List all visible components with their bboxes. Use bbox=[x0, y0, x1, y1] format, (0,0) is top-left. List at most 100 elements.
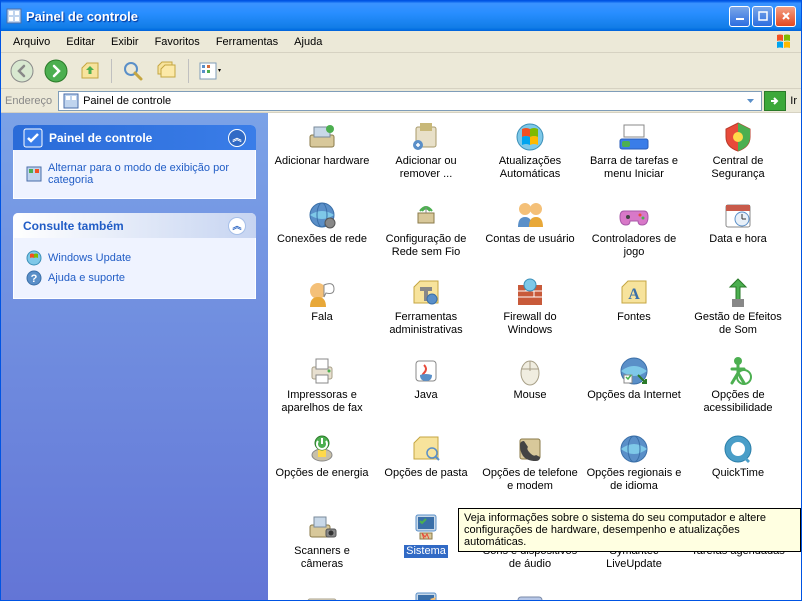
sidebar: Painel de controle ︽ Alternar para o mod… bbox=[1, 113, 268, 600]
sidebar-panel-control: Painel de controle ︽ Alternar para o mod… bbox=[13, 125, 256, 199]
cp-item-label: Impressoras e aparelhos de fax bbox=[274, 389, 370, 415]
cp-item-autoupdate[interactable]: Atualizações Automáticas bbox=[480, 119, 580, 193]
maximize-button[interactable] bbox=[752, 6, 773, 27]
cp-item-scanner[interactable]: Scanners e câmeras bbox=[272, 509, 372, 583]
panel-title: Painel de controle bbox=[49, 131, 152, 145]
address-field[interactable]: Painel de controle bbox=[58, 91, 762, 111]
cp-item-inetopt[interactable]: Opções da Internet bbox=[584, 353, 684, 427]
menu-ajuda[interactable]: Ajuda bbox=[286, 34, 330, 50]
cp-item-label: Opções de acessibilidade bbox=[690, 389, 786, 415]
cp-item-label: Opções de energia bbox=[276, 467, 369, 480]
cp-item-label: Controladores de jogo bbox=[586, 233, 682, 259]
chevron-up-icon: ︽ bbox=[228, 217, 246, 235]
cp-item-users[interactable]: Contas de usuário bbox=[480, 197, 580, 271]
cp-item-keyboard[interactable]: Teclado bbox=[272, 587, 372, 600]
cp-item-label: Adicionar hardware bbox=[275, 155, 370, 168]
cp-item-speech[interactable]: Fala bbox=[272, 275, 372, 349]
keyboard-icon bbox=[306, 589, 338, 600]
views-button[interactable] bbox=[195, 56, 225, 86]
cp-item-taskbar[interactable]: Barra de tarefas e menu Iniciar bbox=[584, 119, 684, 193]
folders-button[interactable] bbox=[152, 56, 182, 86]
addressbar: Endereço Painel de controle Ir bbox=[1, 89, 801, 113]
switch-view-link[interactable]: Alternar para o modo de exibição por cat… bbox=[26, 160, 243, 188]
cp-item-video[interactable]: Vídeo bbox=[376, 587, 476, 600]
cp-item-firewall[interactable]: Firewall do Windows bbox=[480, 275, 580, 349]
dropdown-icon[interactable] bbox=[744, 94, 757, 107]
system-icon bbox=[410, 511, 442, 543]
cp-item-label: Java bbox=[414, 389, 437, 402]
inetopt-icon bbox=[618, 355, 650, 387]
hardware-icon bbox=[306, 121, 338, 153]
menu-editar[interactable]: Editar bbox=[58, 34, 103, 50]
svg-text:A: A bbox=[628, 286, 640, 303]
cp-item-label: Ferramentas administrativas bbox=[378, 311, 474, 337]
cp-item-java[interactable]: Java bbox=[376, 353, 476, 427]
up-button[interactable] bbox=[75, 56, 105, 86]
cp-item-hardware[interactable]: Adicionar hardware bbox=[272, 119, 372, 193]
cp-item-label: Scanners e câmeras bbox=[274, 545, 370, 571]
cp-item-mouse[interactable]: Mouse bbox=[480, 353, 580, 427]
cp-item-wireless[interactable]: Configuração de Rede sem Fio bbox=[376, 197, 476, 271]
java-icon bbox=[410, 355, 442, 387]
cp-item-power[interactable]: Opções de energia bbox=[272, 431, 372, 505]
admintools-icon bbox=[410, 277, 442, 309]
cp-item-label: Configuração de Rede sem Fio bbox=[378, 233, 474, 259]
windows-update-link[interactable]: Windows Update bbox=[26, 248, 243, 268]
cp-item-admintools[interactable]: Ferramentas administrativas bbox=[376, 275, 476, 349]
cp-item-label: Data e hora bbox=[709, 233, 766, 246]
cp-item-label: Firewall do Windows bbox=[482, 311, 578, 337]
cp-item-soundfx[interactable]: Gestão de Efeitos de Som bbox=[688, 275, 788, 349]
close-button[interactable] bbox=[775, 6, 796, 27]
help-support-link[interactable]: ? Ajuda e suporte bbox=[26, 268, 243, 288]
cardspace-icon bbox=[514, 589, 546, 600]
go-button[interactable] bbox=[764, 91, 786, 111]
control-panel-icon bbox=[63, 93, 79, 109]
address-value: Painel de controle bbox=[83, 95, 171, 107]
cp-item-printers[interactable]: Impressoras e aparelhos de fax bbox=[272, 353, 372, 427]
minimize-button[interactable] bbox=[729, 6, 750, 27]
panel-header[interactable]: Consulte também ︽ bbox=[13, 213, 256, 238]
cp-item-gamectrl[interactable]: Controladores de jogo bbox=[584, 197, 684, 271]
chevron-up-icon: ︽ bbox=[228, 129, 246, 147]
speech-icon bbox=[306, 277, 338, 309]
cp-item-network[interactable]: Conexões de rede bbox=[272, 197, 372, 271]
cp-item-security[interactable]: Central de Segurança bbox=[688, 119, 788, 193]
cp-item-addremove[interactable]: Adicionar ou remover ... bbox=[376, 119, 476, 193]
cp-item-phone[interactable]: Opções de telefone e modem bbox=[480, 431, 580, 505]
cp-item-label: Central de Segurança bbox=[690, 155, 786, 181]
menu-ferramentas[interactable]: Ferramentas bbox=[208, 34, 286, 50]
cp-item-fonts[interactable]: A Fontes bbox=[584, 275, 684, 349]
cp-item-label: Contas de usuário bbox=[485, 233, 574, 246]
link-label: Windows Update bbox=[48, 252, 131, 264]
phone-icon bbox=[514, 433, 546, 465]
cp-item-label: Opções de pasta bbox=[384, 467, 467, 480]
cp-item-access[interactable]: Opções de acessibilidade bbox=[688, 353, 788, 427]
taskbar-icon bbox=[618, 121, 650, 153]
security-icon bbox=[722, 121, 754, 153]
folder-icon bbox=[410, 433, 442, 465]
back-button[interactable] bbox=[7, 56, 37, 86]
cp-item-cardspace[interactable]: Windows CardSpace bbox=[480, 587, 580, 600]
menu-favoritos[interactable]: Favoritos bbox=[147, 34, 208, 50]
toolbar-separator bbox=[188, 59, 189, 83]
main-view[interactable]: Adicionar hardware Adicionar ou remover .… bbox=[268, 113, 801, 600]
content-area: Painel de controle ︽ Alternar para o mod… bbox=[1, 113, 801, 600]
addremove-icon bbox=[410, 121, 442, 153]
titlebar[interactable]: Painel de controle bbox=[1, 1, 801, 31]
wireless-icon bbox=[410, 199, 442, 231]
panel-header[interactable]: Painel de controle ︽ bbox=[13, 125, 256, 150]
menu-arquivo[interactable]: Arquivo bbox=[5, 34, 58, 50]
cp-item-datetime[interactable]: Data e hora bbox=[688, 197, 788, 271]
forward-button[interactable] bbox=[41, 56, 71, 86]
mouse-icon bbox=[514, 355, 546, 387]
cp-item-region[interactable]: Opções regionais e de idioma bbox=[584, 431, 684, 505]
window: Painel de controle Arquivo Editar Exibir… bbox=[0, 0, 802, 601]
cp-item-folder[interactable]: Opções de pasta bbox=[376, 431, 476, 505]
cp-item-quicktime[interactable]: QuickTime bbox=[688, 431, 788, 505]
search-button[interactable] bbox=[118, 56, 148, 86]
cp-item-label: Fontes bbox=[617, 311, 651, 324]
menu-exibir[interactable]: Exibir bbox=[103, 34, 147, 50]
category-view-icon bbox=[26, 166, 42, 182]
control-panel-icon bbox=[6, 8, 22, 24]
soundfx-icon bbox=[722, 277, 754, 309]
